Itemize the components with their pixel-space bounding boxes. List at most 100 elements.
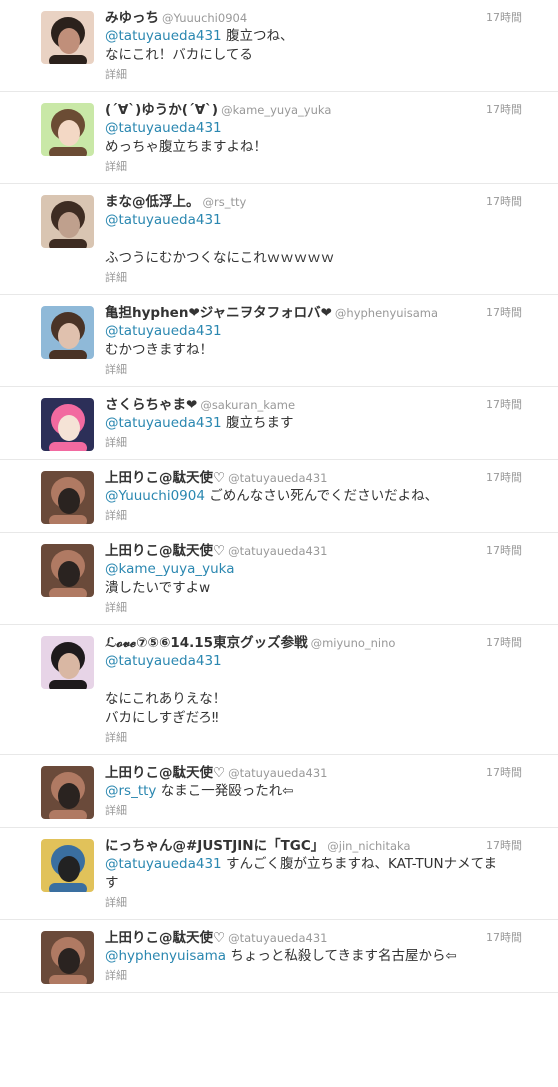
tweet[interactable]: 亀担hyphen❤ジャニヲタフォロバ❤ @hyphenyuisama 17時間 @ta… — [0, 295, 558, 387]
tweet[interactable]: 上田りこ@駄天使♡ @tatuyaueda431 17時間 @hyphenyuisam… — [0, 920, 558, 993]
tweet-line: @tatuyaueda431 — [105, 322, 528, 341]
details-link[interactable]: 詳細 — [105, 895, 528, 911]
user-handle[interactable]: @miyuno_nino — [311, 636, 396, 650]
details-link[interactable]: 詳細 — [105, 435, 528, 451]
tweet-header: (´∀`)ゆうか(´∀`) @kame_yuya_yuka — [105, 99, 528, 119]
avatar[interactable] — [41, 306, 94, 359]
details-link[interactable]: 詳細 — [105, 600, 528, 616]
user-fullname[interactable]: 上田りこ@駄天使♡ — [105, 765, 225, 781]
tweet-timestamp[interactable]: 17時間 — [486, 764, 522, 780]
mention-link[interactable]: @tatuyaueda431 — [105, 212, 222, 228]
tweet-text: @kame_yuya_yuka 潰したいですよw — [105, 560, 528, 598]
user-fullname[interactable]: さくらちゃま❤ — [105, 397, 197, 413]
user-handle[interactable]: @Yuuuchi0904 — [162, 11, 247, 25]
avatar[interactable] — [41, 195, 94, 248]
avatar[interactable] — [41, 398, 94, 451]
tweet-text: @tatuyaueda431 腹立ちます — [105, 414, 528, 433]
tweet-timestamp[interactable]: 17時間 — [486, 469, 522, 485]
details-link[interactable]: 詳細 — [105, 968, 528, 984]
user-fullname[interactable]: 上田りこ@駄天使♡ — [105, 470, 225, 486]
mention-link[interactable]: @hyphenyuisama — [105, 948, 226, 964]
tweet[interactable]: にっちゃん@#JUSTJINに「TGC」 @jin_nichitaka 17時間 @t… — [0, 828, 558, 920]
avatar[interactable] — [41, 636, 94, 689]
tweet-timestamp[interactable]: 17時間 — [486, 193, 522, 209]
mention-link[interactable]: @kame_yuya_yuka — [105, 561, 235, 577]
avatar[interactable] — [41, 471, 94, 524]
tweet[interactable]: 上田りこ@駄天使♡ @tatuyaueda431 17時間 @Yuuuchi0904 … — [0, 460, 558, 533]
details-link[interactable]: 詳細 — [105, 159, 528, 175]
tweet-body-text: すんごく腹が立ちますね、KAT-TUNナメてま — [221, 856, 497, 872]
tweet-header: 上田りこ@駄天使♡ @tatuyaueda431 — [105, 762, 528, 782]
tweet-timestamp[interactable]: 17時間 — [486, 304, 522, 320]
avatar[interactable] — [41, 11, 94, 64]
details-link[interactable]: 詳細 — [105, 67, 528, 83]
tweet-text: @Yuuuchi0904 ごめんなさい死んでくださいだよね、 — [105, 487, 528, 506]
avatar[interactable] — [41, 766, 94, 819]
tweet-header: 上田りこ@駄天使♡ @tatuyaueda431 — [105, 467, 528, 487]
tweet-body-text: なにこれ！バカにしてる — [105, 47, 253, 63]
tweet-text: @tatuyaueda431 腹立つね、 なにこれ！バカにしてる — [105, 27, 528, 65]
tweet-line: 潰したいですよw — [105, 579, 528, 598]
details-link[interactable]: 詳細 — [105, 730, 528, 746]
user-fullname[interactable]: ℒ𝓸𝓿𝓮⑦⑤⑥14.15東京グッズ参戦 — [105, 635, 308, 651]
tweet[interactable]: ℒ𝓸𝓿𝓮⑦⑤⑥14.15東京グッズ参戦 @miyuno_nino 17時間 @tatu… — [0, 625, 558, 755]
tweet-body-text: バカにしすぎだろ‼ — [105, 710, 219, 726]
tweet-timestamp[interactable]: 17時間 — [486, 101, 522, 117]
tweet-text: @tatuyaueda431 めっちゃ腹立ちますよね！ — [105, 119, 528, 157]
mention-link[interactable]: @tatuyaueda431 — [105, 415, 222, 431]
tweet-header: さくらちゃま❤ @sakuran_kame — [105, 394, 528, 414]
tweet-body-text: むかつきますね！ — [105, 342, 213, 358]
tweet-header: 亀担hyphen❤ジャニヲタフォロバ❤ @hyphenyuisama — [105, 302, 528, 322]
tweet-text: @tatuyaueda431 なにこれありえな！ バカにしすぎだろ‼ — [105, 652, 528, 728]
tweet-timestamp[interactable]: 17時間 — [486, 542, 522, 558]
tweet-line: @tatuyaueda431 — [105, 211, 528, 230]
user-handle[interactable]: @tatuyaueda431 — [228, 766, 327, 780]
tweet[interactable]: 上田りこ@駄天使♡ @tatuyaueda431 17時間 @kame_yuya_yu… — [0, 533, 558, 625]
tweet-body-text: す — [105, 875, 119, 891]
tweet[interactable]: 上田りこ@駄天使♡ @tatuyaueda431 17時間 @rs_tty なまこ一発… — [0, 755, 558, 828]
user-fullname[interactable]: まな@低浮上。 — [105, 194, 200, 210]
avatar[interactable] — [41, 839, 94, 892]
user-handle[interactable]: @tatuyaueda431 — [228, 544, 327, 558]
mention-link[interactable]: @tatuyaueda431 — [105, 653, 222, 669]
tweet-timestamp[interactable]: 17時間 — [486, 929, 522, 945]
user-handle[interactable]: @tatuyaueda431 — [228, 931, 327, 945]
details-link[interactable]: 詳細 — [105, 270, 528, 286]
mention-link[interactable]: @rs_tty — [105, 783, 156, 799]
mention-link[interactable]: @tatuyaueda431 — [105, 120, 222, 136]
user-handle[interactable]: @hyphenyuisama — [335, 306, 438, 320]
tweet[interactable]: (´∀`)ゆうか(´∀`) @kame_yuya_yuka 17時間 @tatuyau… — [0, 92, 558, 184]
user-fullname[interactable]: (´∀`)ゆうか(´∀`) — [105, 102, 218, 118]
tweet-text: @hyphenyuisama ちょっと私殺してきます名古屋から⇦ — [105, 947, 528, 966]
tweet-timestamp[interactable]: 17時間 — [486, 837, 522, 853]
details-link[interactable]: 詳細 — [105, 508, 528, 524]
mention-link[interactable]: @tatuyaueda431 — [105, 323, 222, 339]
user-handle[interactable]: @sakuran_kame — [200, 398, 295, 412]
tweet-line: なにこれありえな！ — [105, 690, 528, 709]
user-fullname[interactable]: みゆっち — [105, 10, 159, 26]
tweet[interactable]: さくらちゃま❤ @sakuran_kame 17時間 @tatuyaueda431 腹… — [0, 387, 558, 460]
mention-link[interactable]: @Yuuuchi0904 — [105, 488, 205, 504]
user-handle[interactable]: @kame_yuya_yuka — [221, 103, 331, 117]
avatar[interactable] — [41, 103, 94, 156]
tweet-timestamp[interactable]: 17時間 — [486, 9, 522, 25]
user-fullname[interactable]: にっちゃん@#JUSTJINに「TGC」 — [105, 838, 324, 854]
tweet-timestamp[interactable]: 17時間 — [486, 634, 522, 650]
tweet-text: @rs_tty なまこ一発殴ったれ⇦ — [105, 782, 528, 801]
tweet[interactable]: みゆっち @Yuuuchi0904 17時間 @tatuyaueda431 腹立つね、… — [0, 0, 558, 92]
details-link[interactable]: 詳細 — [105, 803, 528, 819]
user-fullname[interactable]: 上田りこ@駄天使♡ — [105, 930, 225, 946]
user-handle[interactable]: @rs_tty — [203, 195, 247, 209]
mention-link[interactable]: @tatuyaueda431 — [105, 856, 222, 872]
user-fullname[interactable]: 上田りこ@駄天使♡ — [105, 543, 225, 559]
avatar[interactable] — [41, 931, 94, 984]
mention-link[interactable]: @tatuyaueda431 — [105, 28, 222, 44]
details-link[interactable]: 詳細 — [105, 362, 528, 378]
user-handle[interactable]: @tatuyaueda431 — [228, 471, 327, 485]
avatar[interactable] — [41, 544, 94, 597]
user-handle[interactable]: @jin_nichitaka — [327, 839, 410, 853]
user-fullname[interactable]: 亀担hyphen❤ジャニヲタフォロバ❤ — [105, 305, 332, 321]
tweet-timestamp[interactable]: 17時間 — [486, 396, 522, 412]
tweet-line — [105, 230, 528, 249]
tweet[interactable]: まな@低浮上。 @rs_tty 17時間 @tatuyaueda431 ふつうにむかつく… — [0, 184, 558, 295]
